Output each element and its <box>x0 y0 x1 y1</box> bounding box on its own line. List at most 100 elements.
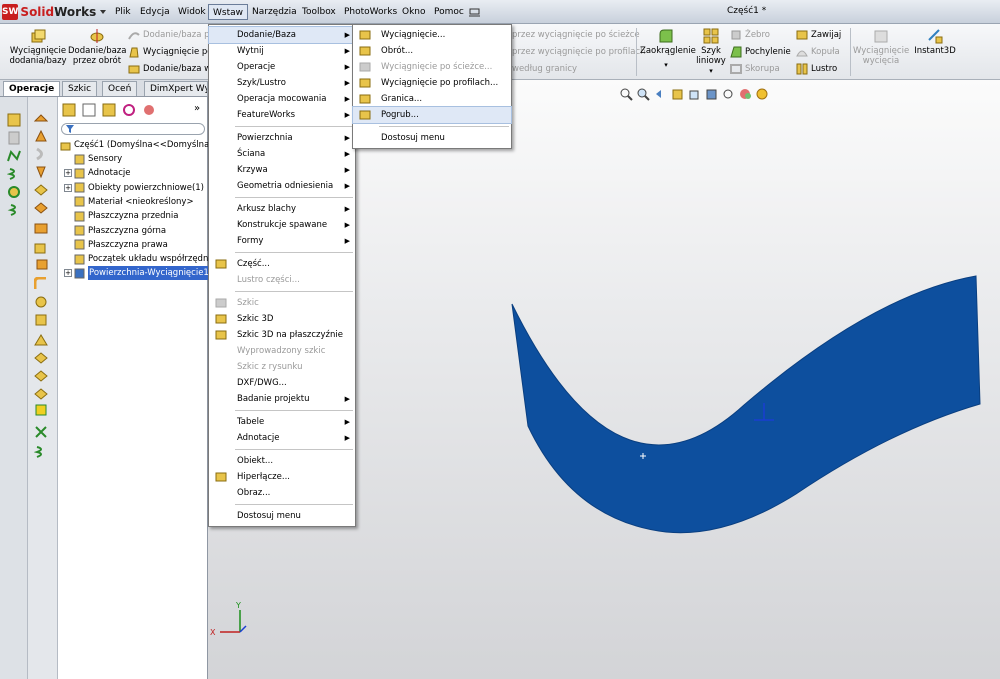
insert-menu-obiekt[interactable]: Obiekt... <box>209 453 355 469</box>
ruled-surface-icon[interactable] <box>34 259 48 273</box>
menu-arrow-icon[interactable] <box>98 6 108 18</box>
section-view-icon[interactable] <box>671 88 684 101</box>
more-tabs-icon[interactable]: » <box>194 103 204 117</box>
shell-button[interactable]: Skorupa <box>730 62 780 76</box>
offset-surface-icon[interactable] <box>34 241 48 255</box>
propertymanager-tab-icon[interactable] <box>82 103 96 117</box>
hide-show-icon[interactable] <box>722 88 735 101</box>
fillet-dropdown-icon[interactable]: ▾ <box>640 60 692 70</box>
zoom-fit-icon[interactable] <box>620 88 633 101</box>
insert-menu-featureworks[interactable]: FeatureWorks ▶ <box>209 107 355 123</box>
helix-icon[interactable] <box>6 167 21 181</box>
insert-menu-szkic-3d-na-plaszczyznie[interactable]: Szkic 3D na płaszczyźnie <box>209 327 355 343</box>
insert-menu-krzywa[interactable]: Krzywa ▶ <box>209 162 355 178</box>
lofted-surface-icon[interactable] <box>34 165 48 179</box>
insert-menu-czesc[interactable]: Część... <box>209 256 355 272</box>
tree-item-plaszczyzna-gorna[interactable]: Płaszczyzna górna <box>64 224 166 238</box>
tree-filter-input[interactable] <box>61 123 205 135</box>
tree-item-sensory[interactable]: Sensory <box>64 152 122 166</box>
menu-toolbox[interactable]: Toolbox <box>298 4 340 20</box>
revolve-base-button[interactable]: Dodanie/baza przez obrót <box>68 28 126 66</box>
insert-menu-formy[interactable]: Formy ▶ <box>209 233 355 249</box>
tree-item-poczatek-ukladu-wspolrzednych[interactable]: Początek układu współrzędnych <box>64 252 223 266</box>
instant3d-button[interactable]: Instant3D <box>912 28 958 56</box>
insert-menu-badanie-projektu[interactable]: Badanie projektu ▶ <box>209 391 355 407</box>
menu-photoworks[interactable]: PhotoWorks <box>340 4 401 20</box>
display-style-icon[interactable] <box>705 88 718 101</box>
insert-menu-szkic[interactable]: Szkic <box>209 295 355 311</box>
mirror-button[interactable]: Lustro <box>796 62 837 76</box>
linear-pattern-dropdown-icon[interactable]: ▾ <box>694 66 728 76</box>
insert-menu-wytnij[interactable]: Wytnij ▶ <box>209 43 355 59</box>
menu-edycja[interactable]: Edycja <box>136 4 174 20</box>
insert-menu-hiperlacze[interactable]: Hiperłącze... <box>209 469 355 485</box>
rib-button[interactable]: Żebro <box>730 28 770 42</box>
tree-item-powierzchnia-wyciagniecie1[interactable]: + Powierzchnia-Wyciągnięcie1 <box>64 266 210 281</box>
tree-root[interactable]: Część1 (Domyślna<<Domyślna>_ <box>60 138 221 152</box>
insert-menu-tabele[interactable]: Tabele ▶ <box>209 414 355 430</box>
sweep-base-button[interactable]: Dodanie/baza pr <box>128 28 213 42</box>
swept-surface-icon[interactable] <box>34 147 48 161</box>
scene-icon[interactable] <box>756 88 769 101</box>
extruded-surface-icon[interactable] <box>33 111 49 125</box>
untrim-surface-icon[interactable] <box>34 369 48 383</box>
boundary-surface-icon[interactable] <box>34 183 48 197</box>
tree-item-material-nieokreslony[interactable]: Materiał <nieokreślony> <box>64 195 194 209</box>
composite-curve-icon[interactable] <box>7 185 21 199</box>
revolved-surface-icon[interactable] <box>34 129 48 143</box>
submenu-wyciagniecie-po-profilach[interactable]: Wyciągnięcie po profilach... <box>353 75 511 91</box>
submenu-obrot[interactable]: Obrót... <box>353 43 511 59</box>
cut-sweep-button[interactable]: przez wyciągnięcie po ścieżce <box>512 28 640 42</box>
loft-base-button[interactable]: Dodanie/baza w <box>128 62 211 76</box>
solidworks-logo[interactable]: SW SolidWorks <box>2 3 96 21</box>
featuremanager-tab-icon[interactable] <box>62 103 76 117</box>
insert-menu-operacje[interactable]: Operacje ▶ <box>209 59 355 75</box>
menu-pomoc[interactable]: Pomoc <box>430 4 468 20</box>
submenu-pogrub[interactable]: Pogrub... <box>352 106 512 124</box>
view-orientation-icon[interactable] <box>688 88 701 101</box>
menu-plik[interactable]: Plik <box>111 4 135 20</box>
insert-menu-operacja-mocowania[interactable]: Operacja mocowania ▶ <box>209 91 355 107</box>
insert-menu-szkic-3d[interactable]: Szkic 3D <box>209 311 355 327</box>
zoom-area-icon[interactable] <box>637 88 650 101</box>
menu-narzedzia[interactable]: Narzędzia <box>248 4 301 20</box>
submenu-wyciagniecie-po-sciezce[interactable]: Wyciągnięcie po ścieżce... <box>353 59 511 75</box>
insert-menu-powierzchnia[interactable]: Powierzchnia ▶ <box>209 130 355 146</box>
sketch-icon[interactable] <box>7 113 21 127</box>
insert-menu-szkic-z-rysunku[interactable]: Szkic z rysunku <box>209 359 355 375</box>
cut-boundary-button[interactable]: według granicy <box>512 62 577 76</box>
spiral-icon[interactable] <box>7 203 21 217</box>
tree-item-plaszczyzna-przednia[interactable]: Płaszczyzna przednia <box>64 209 179 223</box>
previous-view-icon[interactable] <box>654 88 667 101</box>
expand-icon[interactable]: + <box>64 169 72 178</box>
cut-loft-button[interactable]: przez wyciągnięcie po profilach <box>512 45 646 59</box>
insert-menu-szyk-lustro[interactable]: Szyk/Lustro ▶ <box>209 75 355 91</box>
tab-dimxpert[interactable]: DimXpert Wy <box>144 81 208 96</box>
insert-menu-arkusz-blachy[interactable]: Arkusz blachy ▶ <box>209 201 355 217</box>
dome-button[interactable]: Kopuła <box>796 45 840 59</box>
thicken-icon[interactable] <box>34 403 48 417</box>
draft-button[interactable]: Pochylenie <box>730 45 791 59</box>
sweep-path-button[interactable]: Wyciągnięcie po <box>128 45 212 59</box>
cut-extrude-button[interactable]: Wyciągnięcie wycięcia <box>853 28 909 66</box>
surface-fillet-icon[interactable] <box>33 276 48 291</box>
insert-menu-adnotacje[interactable]: Adnotacje ▶ <box>209 430 355 446</box>
submenu-granica[interactable]: Granica... <box>353 91 511 107</box>
configurationmanager-tab-icon[interactable] <box>102 103 116 117</box>
tree-item-plaszczyzna-prawa[interactable]: Płaszczyzna prawa <box>64 238 168 252</box>
insert-menu-dodanie-baza[interactable]: Dodanie/Baza ▶ <box>208 26 356 44</box>
linear-pattern-button[interactable]: Szyk liniowy ▾ <box>694 28 728 76</box>
insert-menu-geometria-odniesienia[interactable]: Geometria odniesienia ▶ <box>209 178 355 194</box>
tab-ocen[interactable]: Oceń <box>102 81 138 96</box>
curve-icon[interactable] <box>7 149 21 163</box>
insert-menu-obraz[interactable]: Obraz... <box>209 485 355 501</box>
insert-menu-dxf-dwg[interactable]: DXF/DWG... <box>209 375 355 391</box>
knit-surface-icon[interactable] <box>34 387 48 401</box>
trim-surface-icon[interactable] <box>34 351 48 365</box>
insert-menu-wyprowadzony-szkic[interactable]: Wyprowadzony szkic <box>209 343 355 359</box>
displaymanager-tab-icon[interactable] <box>142 103 156 117</box>
expand-icon[interactable]: + <box>64 183 72 192</box>
planar-surface-icon[interactable] <box>34 221 48 235</box>
insert-menu-sciana[interactable]: Ściana ▶ <box>209 146 355 162</box>
extend-surface-icon[interactable] <box>34 333 48 347</box>
